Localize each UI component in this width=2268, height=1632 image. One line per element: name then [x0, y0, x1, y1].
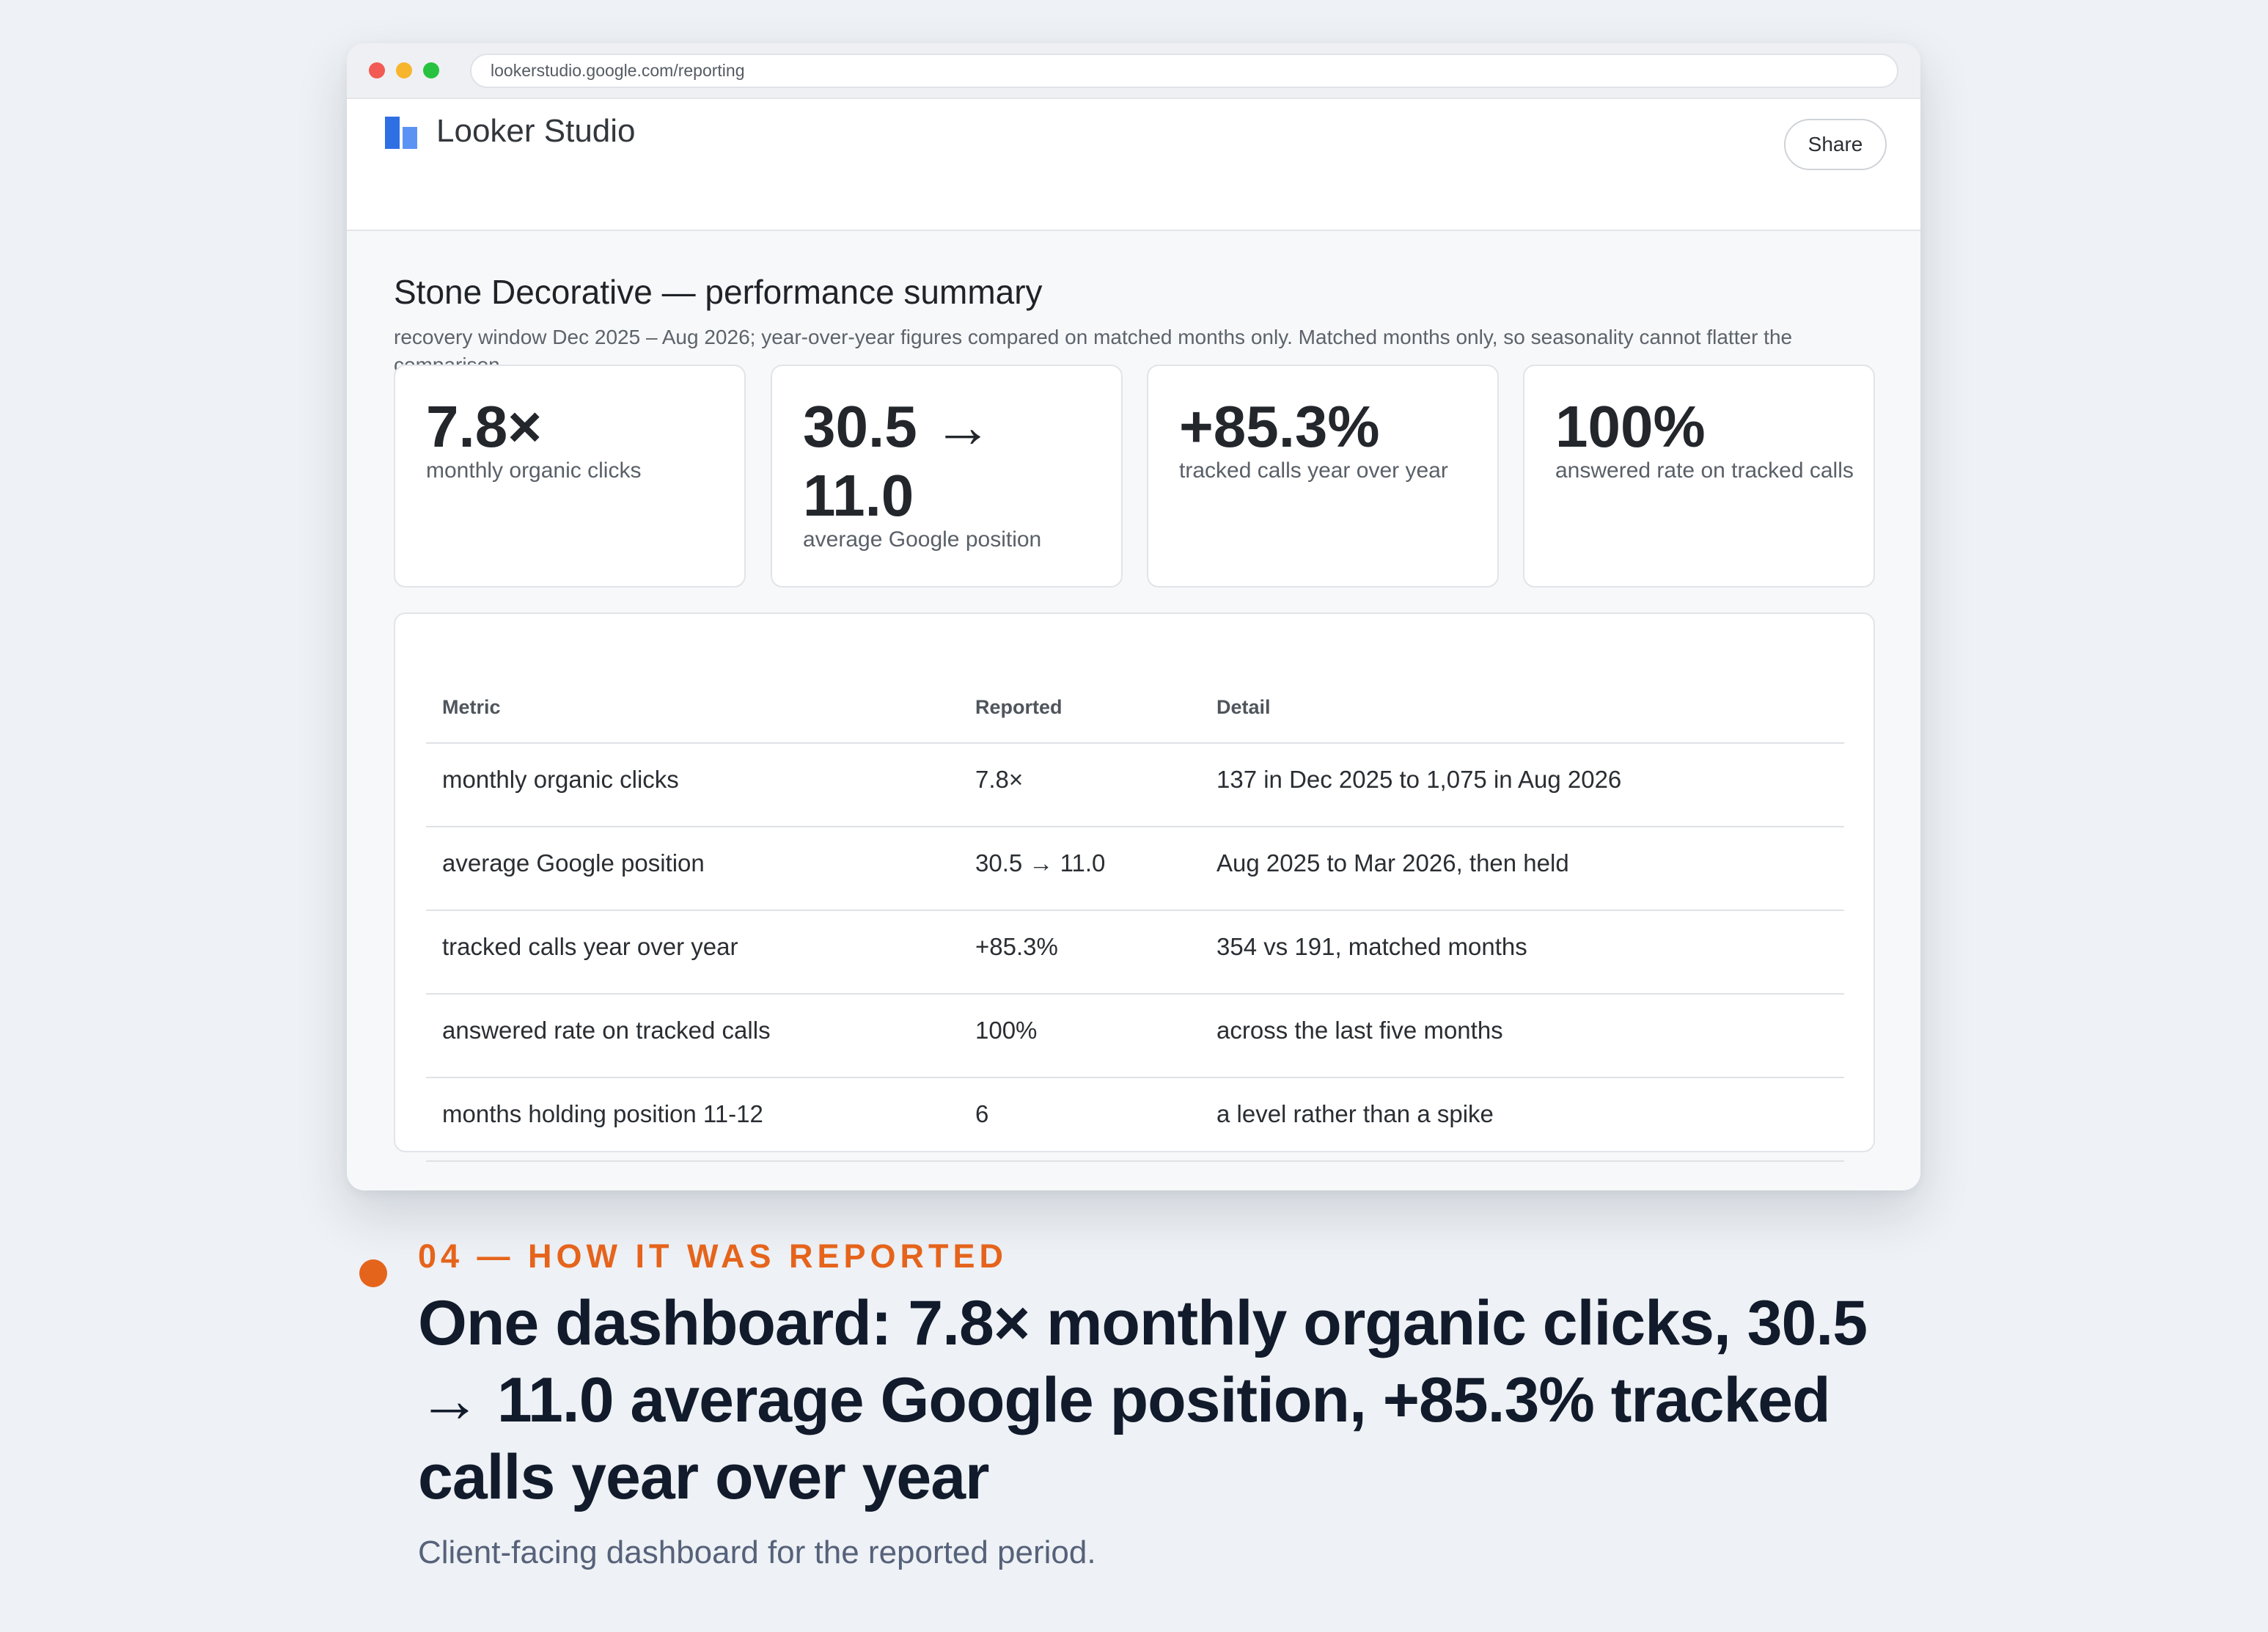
browser-chrome: lookerstudio.google.com/reporting: [347, 43, 1920, 98]
kpi-value: 7.8×: [426, 394, 542, 459]
cell-reported: 6: [975, 1100, 989, 1127]
close-window-dot[interactable]: [369, 62, 385, 78]
cell-metric: months holding position 11-12: [442, 1100, 763, 1127]
kpi-label: tracked calls year over year: [1179, 458, 1448, 483]
kpi-card: 100% answered rate on tracked calls: [1523, 365, 1875, 588]
slide-caption: Client-facing dashboard for the reported…: [418, 1534, 1096, 1570]
column-header-detail[interactable]: Detail: [1216, 695, 1271, 720]
minimize-window-dot[interactable]: [396, 62, 412, 78]
kpi-value: +85.3%: [1179, 394, 1380, 459]
kpi-card: 7.8× monthly organic clicks: [394, 365, 746, 588]
kpi-card: 30.5 → 11.0 average Google position: [771, 365, 1123, 588]
row-divider: [426, 826, 1844, 827]
share-button[interactable]: Share: [1784, 119, 1887, 170]
table-divider: [426, 742, 1844, 744]
maximize-window-dot[interactable]: [423, 62, 439, 78]
browser-window: lookerstudio.google.com/reporting Looker…: [347, 43, 1920, 1190]
section-bullet-icon: [359, 1259, 387, 1287]
cell-detail: 137 in Dec 2025 to 1,075 in Aug 2026: [1216, 766, 1622, 793]
cell-detail: Aug 2025 to Mar 2026, then held: [1216, 849, 1569, 877]
kpi-card: +85.3% tracked calls year over year: [1147, 365, 1499, 588]
section-eyebrow: 04 — HOW IT WAS REPORTED: [418, 1237, 1008, 1275]
cell-metric: answered rate on tracked calls: [442, 1017, 771, 1044]
kpi-value: 100%: [1555, 394, 1706, 459]
cell-reported: 7.8×: [975, 766, 1024, 793]
row-divider: [426, 1077, 1844, 1078]
cell-reported: +85.3%: [975, 933, 1058, 960]
kpi-label: answered rate on tracked calls: [1555, 458, 1854, 483]
kpi-label: monthly organic clicks: [426, 458, 642, 483]
cell-metric: monthly organic clicks: [442, 766, 679, 793]
cell-metric: average Google position: [442, 849, 705, 877]
metrics-table: Metric Reported Detail monthly organic c…: [394, 612, 1875, 1162]
address-bar[interactable]: lookerstudio.google.com/reporting: [470, 54, 1898, 88]
cell-reported: 30.5 → 11.0: [975, 849, 1106, 877]
row-divider: [426, 1160, 1844, 1162]
slide-headline: One dashboard: 7.8× monthly organic clic…: [418, 1288, 1868, 1512]
column-header-reported[interactable]: Reported: [975, 695, 1063, 720]
cell-reported: 100%: [975, 1017, 1038, 1044]
app-name: Looker Studio: [436, 113, 636, 149]
kpi-value: 30.5 → 11.0: [803, 394, 992, 528]
row-divider: [426, 993, 1844, 995]
cell-detail: a level rather than a spike: [1216, 1100, 1494, 1127]
cell-metric: tracked calls year over year: [442, 933, 738, 960]
column-header-metric[interactable]: Metric: [442, 695, 501, 720]
report-title: Stone Decorative — performance summary: [394, 273, 1043, 311]
kpi-label: average Google position: [803, 527, 1042, 552]
cell-detail: across the last five months: [1216, 1017, 1503, 1044]
cell-detail: 354 vs 191, matched months: [1216, 933, 1527, 960]
row-divider: [426, 910, 1844, 911]
